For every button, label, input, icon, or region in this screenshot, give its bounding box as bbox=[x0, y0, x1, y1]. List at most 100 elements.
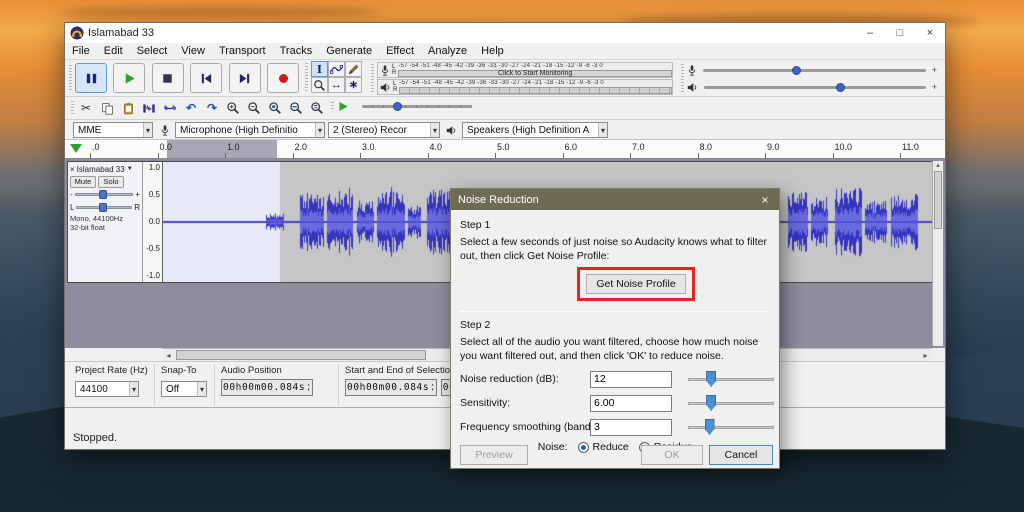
recording-volume[interactable]: + bbox=[687, 62, 937, 78]
snap-to-value: Off bbox=[166, 383, 180, 395]
spinner-down-icon[interactable]: ▾ bbox=[431, 387, 435, 393]
scroll-up-icon[interactable]: ▴ bbox=[933, 161, 943, 169]
record-button[interactable] bbox=[267, 63, 300, 93]
scroll-left-icon[interactable]: ◂ bbox=[162, 349, 175, 361]
scroll-right-icon[interactable]: ▸ bbox=[919, 349, 932, 361]
playback-volume[interactable]: + bbox=[687, 79, 937, 95]
silence-audio-button[interactable] bbox=[161, 99, 179, 117]
stop-icon bbox=[163, 73, 173, 83]
zoom-toggle-button[interactable] bbox=[308, 99, 326, 117]
multi-tool-icon: ∗ bbox=[348, 78, 359, 91]
dialog-close-button[interactable]: × bbox=[751, 189, 779, 210]
recording-meter[interactable]: LR -57 -54 -51 -48 -45 -42 -39 -36 -33 -… bbox=[377, 62, 673, 78]
zoom-tool-button[interactable] bbox=[311, 77, 328, 93]
menu-effect[interactable]: Effect bbox=[379, 45, 421, 57]
reduce-radio[interactable]: Reduce bbox=[577, 441, 629, 453]
cancel-button[interactable]: Cancel bbox=[709, 445, 773, 465]
frequency-smoothing-input[interactable] bbox=[590, 418, 672, 436]
audio-position-field[interactable]: 00h00m00.084s ▴ ▾ bbox=[221, 379, 313, 396]
speaker-icon bbox=[446, 126, 456, 135]
playback-meter[interactable]: LR -57 -54 -51 -48 -45 -42 -39 -36 -33 -… bbox=[377, 79, 673, 95]
snap-to-label: Snap-To bbox=[161, 365, 197, 376]
mute-button[interactable]: Mute bbox=[70, 175, 96, 188]
spinner-down-icon[interactable]: ▾ bbox=[307, 387, 311, 393]
menu-file[interactable]: File bbox=[65, 45, 97, 57]
vertical-scrollbar[interactable]: ▴ bbox=[932, 161, 943, 346]
track-close-button[interactable]: × bbox=[70, 165, 75, 174]
title-bar[interactable]: Islamabad 33 – □ × bbox=[65, 23, 945, 43]
dialog-title-bar[interactable]: Noise Reduction × bbox=[451, 189, 779, 210]
fit-project-button[interactable] bbox=[287, 99, 305, 117]
menu-tracks[interactable]: Tracks bbox=[273, 45, 320, 57]
ok-button[interactable]: OK bbox=[641, 445, 703, 465]
minimize-button[interactable]: – bbox=[855, 23, 885, 43]
sensitivity-input[interactable] bbox=[590, 394, 672, 412]
stop-button[interactable] bbox=[151, 63, 184, 93]
close-button[interactable]: × bbox=[915, 23, 945, 43]
menu-view[interactable]: View bbox=[174, 45, 212, 57]
frequency-smoothing-slider[interactable] bbox=[688, 418, 774, 436]
snap-to-select[interactable]: Off ▾ bbox=[161, 381, 207, 397]
project-rate-select[interactable]: 44100 ▾ bbox=[75, 381, 139, 397]
playback-volume-thumb[interactable] bbox=[836, 82, 846, 92]
frequency-smoothing-row: Frequency smoothing (bands): bbox=[460, 417, 774, 437]
audio-host-value: MME bbox=[78, 124, 102, 136]
menu-transport[interactable]: Transport bbox=[212, 45, 273, 57]
frequency-smoothing-thumb[interactable] bbox=[704, 419, 715, 435]
sensitivity-thumb[interactable] bbox=[706, 395, 717, 411]
timeline-ruler[interactable]: .0 0.0 1.0 2.0 3.0 4.0 5.0 6.0 7.0 8.0 9.0 10.0 11.0 bbox=[65, 140, 945, 159]
preview-button[interactable]: Preview bbox=[460, 445, 528, 465]
menu-help[interactable]: Help bbox=[474, 45, 511, 57]
recording-volume-slider[interactable] bbox=[703, 65, 926, 75]
play-speed-thumb[interactable] bbox=[393, 102, 403, 111]
vertical-scroll-thumb[interactable] bbox=[934, 171, 942, 229]
gain-plus-label: + bbox=[135, 190, 140, 199]
selection-start-field[interactable]: 00h00m00.084s ▴ ▾ bbox=[345, 379, 437, 396]
redo-button[interactable]: ↷ bbox=[203, 99, 221, 117]
horizontal-scroll-thumb[interactable] bbox=[176, 350, 426, 360]
copy-button[interactable] bbox=[98, 99, 116, 117]
audio-host-select[interactable]: MME ▾ bbox=[73, 122, 153, 138]
draw-tool-button[interactable] bbox=[345, 61, 362, 77]
recording-device-select[interactable]: Microphone (High Definitio ▾ bbox=[175, 122, 325, 138]
envelope-tool-button[interactable] bbox=[328, 61, 345, 77]
get-noise-profile-button[interactable]: Get Noise Profile bbox=[586, 274, 686, 294]
track-menu-arrow-icon[interactable]: ▼ bbox=[127, 166, 133, 172]
zoom-out-button[interactable] bbox=[245, 99, 263, 117]
pause-button[interactable] bbox=[75, 63, 107, 93]
sensitivity-slider[interactable] bbox=[688, 394, 774, 412]
selection-tool-button[interactable]: I bbox=[311, 61, 328, 77]
noise-reduction-slider[interactable] bbox=[688, 370, 774, 388]
menu-generate[interactable]: Generate bbox=[319, 45, 379, 57]
gain-slider[interactable] bbox=[74, 190, 134, 199]
solo-button[interactable]: Solo bbox=[98, 175, 124, 188]
timeline-cursor-icon[interactable] bbox=[70, 144, 82, 153]
menu-select[interactable]: Select bbox=[130, 45, 175, 57]
timeshift-tool-button[interactable]: ↔ bbox=[328, 77, 345, 93]
noise-reduction-thumb[interactable] bbox=[706, 371, 717, 387]
trim-audio-button[interactable] bbox=[140, 99, 158, 117]
fit-selection-button[interactable] bbox=[266, 99, 284, 117]
noise-reduction-input[interactable] bbox=[590, 370, 672, 388]
fit-project-icon bbox=[290, 102, 302, 114]
cut-button[interactable]: ✂ bbox=[77, 99, 95, 117]
skip-to-end-button[interactable] bbox=[228, 63, 261, 93]
maximize-button[interactable]: □ bbox=[885, 23, 915, 43]
playback-volume-slider[interactable] bbox=[704, 82, 926, 92]
zoom-in-button[interactable] bbox=[224, 99, 242, 117]
gain-thumb[interactable] bbox=[99, 190, 107, 199]
recording-channels-select[interactable]: 2 (Stereo) Recor ▾ bbox=[328, 122, 440, 138]
playback-device-select[interactable]: Speakers (High Definition A ▾ bbox=[462, 122, 608, 138]
multi-tool-button[interactable]: ∗ bbox=[345, 77, 362, 93]
recording-volume-thumb[interactable] bbox=[791, 65, 801, 75]
menu-analyze[interactable]: Analyze bbox=[421, 45, 474, 57]
play-button[interactable] bbox=[113, 63, 146, 93]
play-at-speed-icon[interactable] bbox=[337, 100, 350, 113]
skip-to-start-button[interactable] bbox=[190, 63, 223, 93]
undo-button[interactable]: ↶ bbox=[182, 99, 200, 117]
menu-edit[interactable]: Edit bbox=[97, 45, 130, 57]
pan-thumb[interactable] bbox=[99, 203, 108, 212]
paste-button[interactable] bbox=[119, 99, 137, 117]
pan-slider[interactable] bbox=[76, 203, 133, 212]
play-speed-slider[interactable] bbox=[362, 102, 472, 111]
